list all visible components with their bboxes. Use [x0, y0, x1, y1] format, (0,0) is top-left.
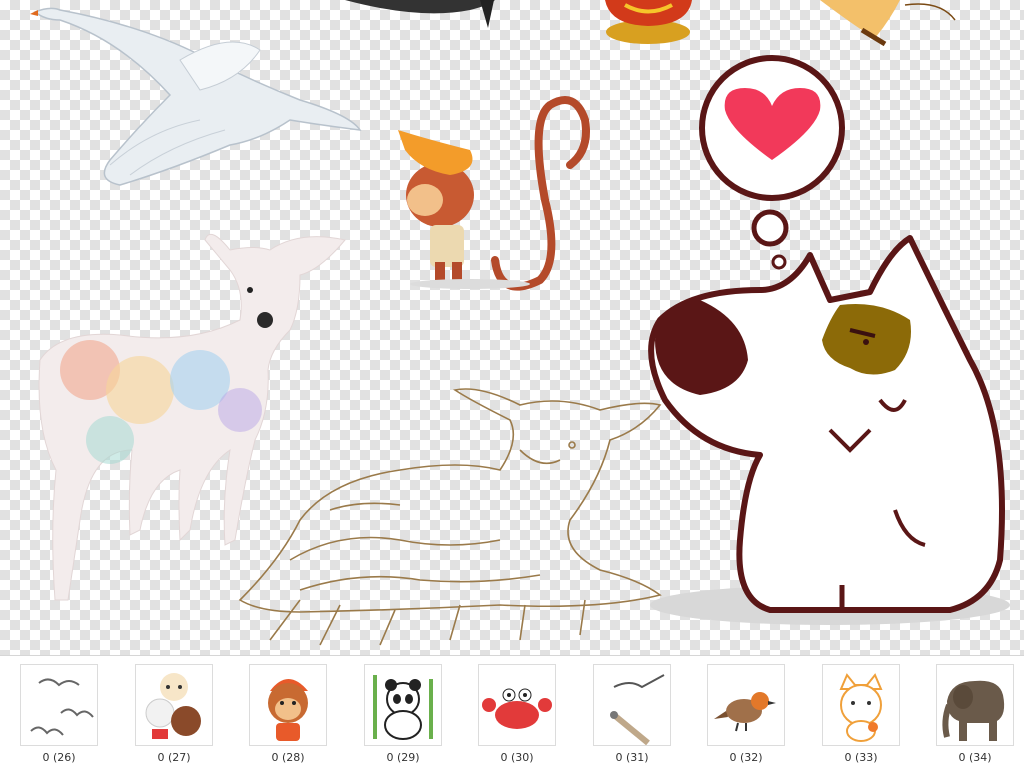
thumbnail-item[interactable]: 0 (26)	[20, 664, 98, 764]
thumbnail-label: 0 (33)	[844, 751, 878, 764]
seagulls-icon	[610, 674, 665, 745]
thumbnail-image[interactable]	[364, 664, 442, 746]
sketch-sheep-icon	[238, 388, 662, 646]
thumbnail-item[interactable]: 0 (27)	[135, 664, 213, 764]
image-canvas	[0, 0, 1024, 655]
thumbnail-strip: 0 (26) 0 (27) 0 (28) 0 (29) 0 (30) 0 (31) 0 (3…	[0, 655, 1024, 769]
watercolor-deer-icon	[38, 233, 346, 601]
cartoon-monkey-icon	[268, 679, 308, 741]
thumbnail-item[interactable]: 0 (28)	[249, 664, 327, 764]
thumbnail-image[interactable]	[822, 664, 900, 746]
artwork-collage	[30, 0, 1010, 646]
cropped-bird-tail-icon	[345, 0, 495, 28]
flying-birds-icon	[30, 678, 94, 736]
thumbnail-image[interactable]	[20, 664, 98, 746]
thumbnail-label: 0 (31)	[615, 751, 649, 764]
monkey-icon	[398, 96, 590, 291]
thumbnail-item[interactable]: 0 (34)	[936, 664, 1014, 764]
thumbnail-label: 0 (32)	[729, 751, 763, 764]
thumbnail-image[interactable]	[707, 664, 785, 746]
thumbnail-image[interactable]	[135, 664, 213, 746]
elephant-icon	[942, 680, 1005, 741]
robin-bird-icon	[714, 692, 776, 732]
thought-bubble	[699, 55, 845, 270]
thumbnail-item[interactable]: 0 (29)	[364, 664, 442, 764]
swan-icon	[30, 7, 362, 186]
thumbnail-image[interactable]	[249, 664, 327, 746]
thumbnail-image[interactable]	[593, 664, 671, 746]
thumbnail-label: 0 (34)	[958, 751, 992, 764]
cartoon-cats-icon	[145, 673, 201, 739]
thumbnail-label: 0 (29)	[386, 751, 420, 764]
crab-icon	[482, 688, 552, 729]
cute-cat-icon	[839, 673, 883, 742]
panda-icon	[373, 675, 433, 740]
thumbnail-image[interactable]	[936, 664, 1014, 746]
golden-ornament-icon	[605, 0, 692, 44]
thumbnail-label: 0 (28)	[271, 751, 305, 764]
thumbnail-label: 0 (30)	[500, 751, 534, 764]
thumbnail-item[interactable]: 0 (33)	[822, 664, 900, 764]
thumbnail-item[interactable]: 0 (32)	[707, 664, 785, 764]
thumbnail-item[interactable]: 0 (31)	[593, 664, 671, 764]
thumbnail-label: 0 (26)	[42, 751, 76, 764]
butterfly-icon	[820, 0, 956, 47]
thumbnail-image[interactable]	[478, 664, 556, 746]
cartoon-dog-icon	[648, 235, 1010, 625]
thumbnail-item[interactable]: 0 (30)	[478, 664, 556, 764]
thumbnail-label: 0 (27)	[157, 751, 191, 764]
